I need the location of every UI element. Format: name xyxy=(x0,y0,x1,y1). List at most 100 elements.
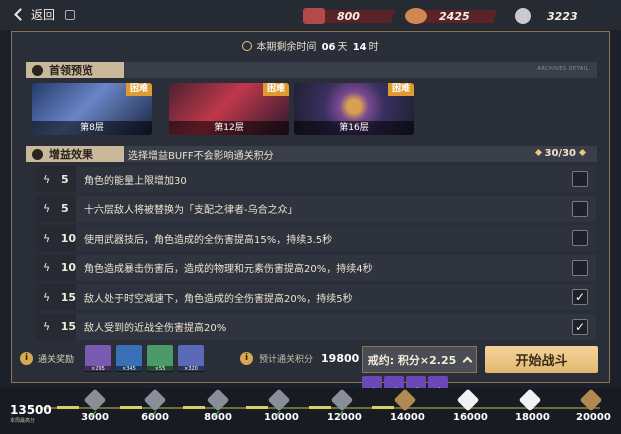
resource-value: 800 xyxy=(337,9,360,23)
reward-items: ×295 ×345 ×55 ×320 xyxy=(85,345,204,372)
milestone-node[interactable]: 20000 xyxy=(576,388,611,432)
buff-row[interactable]: ϟ 10 角色造成暴击伤害后，造成的物理和元素伤害提高20%，持续4秒 xyxy=(36,254,596,281)
chest-icon xyxy=(579,388,603,412)
chevron-up-icon xyxy=(462,356,473,367)
buff-row[interactable]: ϟ 15 敌人处于时空减速下，角色造成的全伤害提高20%，持续5秒 ✓ xyxy=(36,284,596,311)
buff-text: 敌人受到的近战全伤害提高20% xyxy=(84,323,227,335)
buff-level: 15 xyxy=(60,320,76,334)
check-icon: ✓ xyxy=(273,408,283,421)
reward-icon-3[interactable]: ×55 xyxy=(147,345,173,372)
score-progress-track: 13500 本周最高分 ✓ 3000 ✓ 6000 ✓ 8000 ✓ 10000 ✓ 12… xyxy=(0,388,621,434)
milestone-node[interactable]: ✓ 6000 xyxy=(140,388,170,432)
bolt-icon: ϟ xyxy=(43,202,51,216)
boss-list: 困难 第8层 困难 第12层 困难 第16层 xyxy=(32,83,592,135)
back-button[interactable]: 返回 xyxy=(12,6,76,23)
buff-level: 5 xyxy=(61,172,69,186)
start-battle-label: 开始战斗 xyxy=(515,354,568,369)
buff-row[interactable]: ϟ5 十六层敌人将被替换为「支配之律者-乌合之众」 xyxy=(36,195,596,222)
bolt-icon: ϟ xyxy=(43,320,51,334)
predicted-score-value: 19800 xyxy=(321,352,360,365)
bolt-icon: ϟ xyxy=(43,261,51,275)
top-bar: 返回 800 2425 3223 xyxy=(0,0,621,30)
buff-checkbox[interactable] xyxy=(572,200,588,217)
buff-text: 敌人处于时空减速下，角色造成的全伤害提高20%，持续5秒 xyxy=(84,293,353,305)
buff-hint-bar: 选择增益BUFF不会影响通关积分 30/30 xyxy=(124,146,597,162)
coin-icon xyxy=(515,8,531,24)
check-icon: ✓ xyxy=(89,408,99,421)
season-timer: 本期剩余时间 06 天 14 时 xyxy=(12,38,609,53)
buff-checkbox[interactable]: ✓ xyxy=(572,289,588,306)
buff-count: 30/30 xyxy=(532,148,589,159)
buff-list: ϟ5 角色的能量上限增加30 ϟ5 十六层敌人将被替换为「支配之律者-乌合之众」… xyxy=(36,166,596,344)
weekly-best-value: 13500 xyxy=(10,403,52,417)
buff-checkbox[interactable] xyxy=(572,259,588,276)
buff-row[interactable]: ϟ5 角色的能量上限增加30 xyxy=(36,166,596,192)
milestone-node[interactable]: ✓ 10000 xyxy=(264,388,299,432)
difficulty-badge: 困难 xyxy=(263,83,289,96)
reward-icon-1[interactable]: ×295 xyxy=(85,345,111,372)
pact-label: 戒约: 积分×2.25 xyxy=(367,353,457,367)
crystal-icon xyxy=(405,8,427,24)
boss-card[interactable]: 困难 第16层 xyxy=(294,83,414,135)
weekly-best-label: 本周最高分 xyxy=(10,418,36,424)
predicted-score-label: 预计通关积分 xyxy=(259,355,314,365)
boss-card[interactable]: 困难 第12层 xyxy=(169,83,289,135)
clear-rewards: i 通关奖励 xyxy=(20,352,74,365)
boss-preview-header: 首领预览 xyxy=(26,62,124,78)
weekly-best: 13500 本周最高分 xyxy=(10,403,52,424)
chest-icon xyxy=(456,388,480,412)
buff-checkbox[interactable]: ✓ xyxy=(572,318,588,335)
floor-label: 第8层 xyxy=(32,121,152,135)
reward-icon-4[interactable]: ×320 xyxy=(178,345,204,372)
buff-checkbox[interactable] xyxy=(572,230,588,247)
buff-level: 10 xyxy=(60,231,76,245)
buff-text: 角色的能量上限增加30 xyxy=(84,175,187,187)
milestone-node[interactable]: 18000 xyxy=(515,388,550,432)
difficulty-badge: 困难 xyxy=(388,83,414,96)
buff-text: 角色造成暴击伤害后，造成的物理和元素伤害提高20%，持续4秒 xyxy=(84,264,373,276)
milestone-node[interactable]: ✓ 8000 xyxy=(203,388,233,432)
buff-level: 15 xyxy=(60,290,76,304)
chest-icon xyxy=(518,388,542,412)
buff-row[interactable]: ϟ 10 使用武器技后，角色造成的全伤害提高15%，持续3.5秒 xyxy=(36,225,596,252)
buff-header: 增益效果 xyxy=(26,146,124,162)
home-icon[interactable] xyxy=(65,9,76,20)
difficulty-badge: 困难 xyxy=(126,83,152,96)
pact-button[interactable]: 戒约: 积分×2.25 xyxy=(362,346,477,373)
chevron-left-icon xyxy=(14,8,27,21)
buff-hint: 选择增益BUFF不会影响通关积分 xyxy=(128,150,274,162)
bolt-icon: ϟ xyxy=(43,172,51,186)
bolt-icon: ϟ xyxy=(43,231,51,245)
info-icon[interactable]: i xyxy=(20,352,33,365)
buff-checkbox[interactable] xyxy=(572,171,588,187)
buff-level: 10 xyxy=(60,261,76,275)
info-icon[interactable]: i xyxy=(240,352,253,365)
check-icon: ✓ xyxy=(149,408,159,421)
milestone-node[interactable]: 14000 xyxy=(390,388,425,432)
buff-level: 5 xyxy=(61,202,69,216)
resource-crystal[interactable]: 2425 xyxy=(405,8,498,24)
resource-value: 2425 xyxy=(439,9,470,23)
reward-icon-2[interactable]: ×345 xyxy=(116,345,142,372)
check-icon: ✓ xyxy=(336,408,346,421)
chest-icon xyxy=(393,388,417,412)
resource-coin[interactable]: 3223 xyxy=(515,8,578,24)
milestone-node[interactable]: ✓ 12000 xyxy=(327,388,362,432)
resource-ticket[interactable]: 800 xyxy=(303,8,396,24)
milestone-node[interactable]: 16000 xyxy=(453,388,488,432)
back-label: 返回 xyxy=(31,8,56,22)
ticket-icon xyxy=(303,8,325,24)
check-icon: ✓ xyxy=(212,408,222,421)
bolt-icon xyxy=(32,148,43,160)
predicted-score: i 预计通关积分 19800 xyxy=(240,352,359,365)
rewards-label: 通关奖励 xyxy=(38,355,75,365)
buff-text: 十六层敌人将被替换为「支配之律者-乌合之众」 xyxy=(84,205,298,217)
buff-text: 使用武器技后，角色造成的全伤害提高15%，持续3.5秒 xyxy=(84,234,333,246)
milestone-node[interactable]: ✓ 3000 xyxy=(80,388,110,432)
start-battle-button[interactable]: 开始战斗 xyxy=(485,346,598,373)
floor-label: 第12层 xyxy=(169,121,289,135)
bolt-icon: ϟ xyxy=(43,290,51,304)
boss-card[interactable]: 困难 第8层 xyxy=(32,83,152,135)
buff-row[interactable]: ϟ 15 敌人受到的近战全伤害提高20% ✓ xyxy=(36,313,596,340)
resource-value: 3223 xyxy=(547,9,578,23)
